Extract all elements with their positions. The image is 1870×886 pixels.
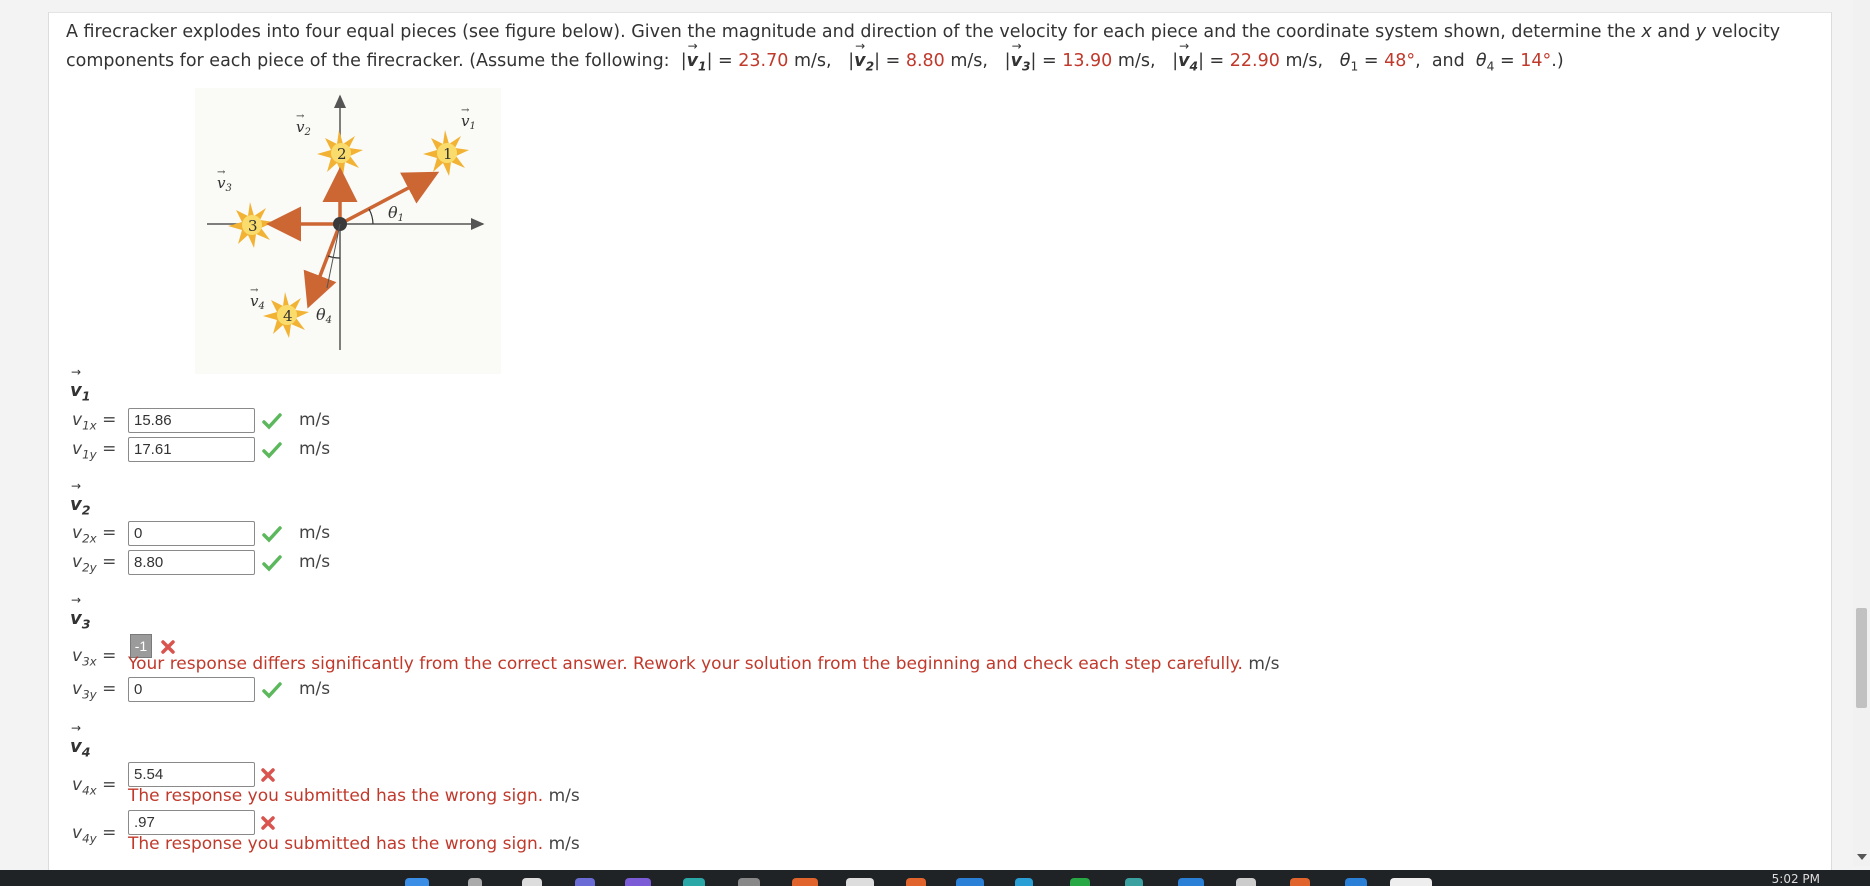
check-icon [262,555,282,572]
v3x-label: v3x = [72,646,117,669]
v1-heading: v1 [70,365,91,403]
scrollbar-thumb[interactable] [1856,608,1867,708]
v3y-input[interactable]: 0 [128,677,255,702]
question-text: A firecracker explodes into four equal p… [66,18,1816,82]
check-icon [262,682,282,699]
taskbar: 5:02 PM [0,870,1870,886]
v4x-label: v4x = [72,775,117,798]
v1x-input[interactable]: 15.86 [128,408,255,433]
v1y-unit: m/s [299,439,331,459]
clock[interactable]: 5:02 PM [1772,872,1820,886]
app-icon[interactable] [1125,878,1143,886]
scroll-down-icon[interactable] [1857,854,1867,860]
piece-1-star: 1 [423,130,469,176]
v4y-feedback: The response you submitted has the wrong… [128,834,580,854]
app-icon[interactable] [1345,878,1367,886]
v3-heading: v3 [70,593,91,631]
app-icon[interactable] [1390,878,1432,886]
search-icon[interactable] [468,878,482,886]
teams-icon[interactable] [575,878,595,886]
app-icon[interactable] [625,878,651,886]
v3y-label: v3y = [72,679,117,702]
v1x-unit: m/s [299,410,331,430]
app-icon[interactable] [1015,878,1033,886]
check-icon [262,413,282,430]
task-view-icon[interactable] [522,878,542,886]
svg-text:→: → [250,285,259,296]
v2y-unit: m/s [299,552,331,572]
v4y-label: v4y = [72,823,117,846]
app-icon[interactable] [956,878,984,886]
v1y-label: v1y = [72,439,117,462]
windows-icon[interactable] [405,878,429,886]
v4y-input[interactable]: .97 [128,810,255,835]
v4-arrow [303,223,342,309]
piece-4-star: 4 [263,292,309,338]
piece-2-star: 2 [317,130,363,176]
vertical-scrollbar[interactable] [1853,0,1870,866]
v4x-input[interactable]: 5.54 [128,762,255,787]
theta1-arc [368,208,374,225]
v2x-input[interactable]: 0 [128,521,255,546]
v2-heading: v2 [70,479,91,517]
check-icon [262,442,282,459]
v2x-unit: m/s [299,523,331,543]
svg-text:3: 3 [248,217,258,235]
svg-text:1: 1 [443,145,453,163]
theta4-arc [327,255,341,259]
figure-svg: 1 2 3 4 v1 → v2 → v3 → v4 → θ1 θ4 [207,94,485,350]
check-icon [262,526,282,543]
svg-text:→: → [461,105,470,116]
cross-icon [261,816,275,830]
piece-3-star: 3 [228,202,274,248]
cross-icon [261,768,275,782]
svg-text:2: 2 [337,145,347,163]
svg-text:→: → [296,111,305,122]
app-icon[interactable] [1236,878,1256,886]
app-icon[interactable] [792,878,818,886]
app-icon[interactable] [1070,878,1090,886]
svg-text:→: → [217,167,226,178]
app-icon[interactable] [846,878,874,886]
edge-icon[interactable] [683,878,705,886]
app-icon[interactable] [906,878,926,886]
app-icon[interactable] [1290,878,1310,886]
cross-icon [161,640,175,654]
v4x-feedback: The response you submitted has the wrong… [128,786,580,806]
theta4-label: θ4 [316,305,332,326]
v2y-label: v2y = [72,552,117,575]
theta1-label: θ1 [388,203,404,224]
app-icon[interactable] [1178,878,1204,886]
v2x-label: v2x = [72,523,117,546]
v1y-input[interactable]: 17.61 [128,437,255,462]
v4-heading: v4 [70,721,91,759]
v1-arrow [339,171,440,226]
v3y-unit: m/s [299,679,331,699]
svg-text:4: 4 [283,307,293,325]
v1x-label: v1x = [72,410,117,433]
firecracker-figure: 1 2 3 4 v1 → v2 → v3 → v4 → θ1 θ4 [195,88,501,374]
v3x-feedback: Your response differs significantly from… [128,654,1280,674]
file-explorer-icon[interactable] [738,878,760,886]
v2y-input[interactable]: 8.80 [128,550,255,575]
